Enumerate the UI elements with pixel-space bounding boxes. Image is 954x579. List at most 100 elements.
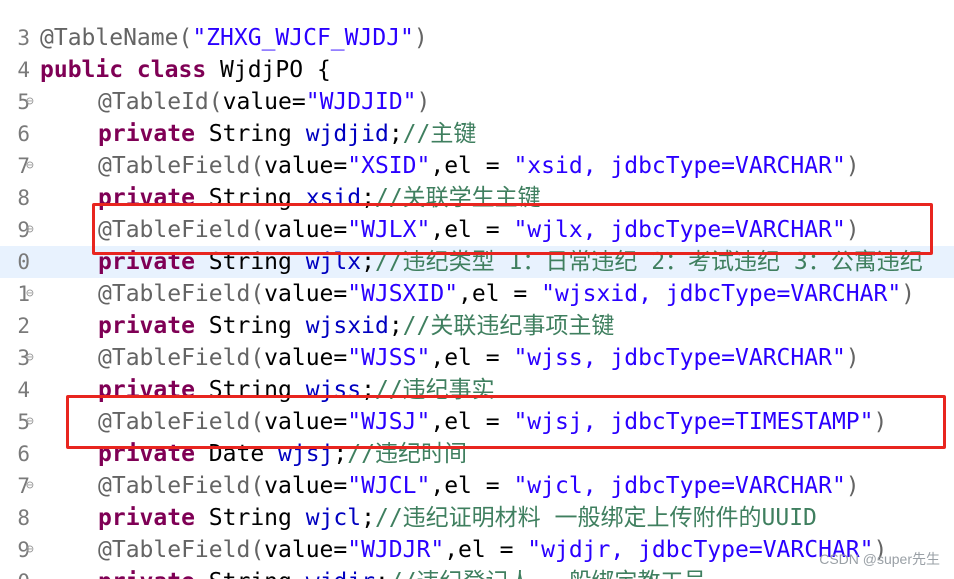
code-token: wjsj <box>278 441 334 467</box>
code-line[interactable]: 3 ⊖ @TableField(value="WJSS",el = "wjss, j… <box>0 342 954 374</box>
code-token: "WJSXID" <box>347 281 459 307</box>
code-token: ; <box>333 441 348 467</box>
code-line[interactable]: 9 ⊖ @TableField(value="WJDJR",el = "wjdjr,… <box>0 534 954 566</box>
code-text: private String xsid;//关联学生主键 <box>98 182 541 214</box>
code-text: private String wjdjid;//主键 <box>98 118 476 150</box>
code-line[interactable]: 8 private String xsid;//关联学生主键 <box>0 182 954 214</box>
code-line[interactable]: 0 private String wjdjr;//违纪登记人 一般绑定教工号 <box>0 566 954 579</box>
code-token: ,el = <box>430 409 514 435</box>
fold-toggle-icon[interactable]: ⊖ <box>26 470 40 502</box>
code-token: String <box>208 121 306 147</box>
code-line[interactable]: 4 public class WjdjPO { <box>0 54 954 86</box>
code-token: "ZHXG_WJCF_WJDJ" <box>192 25 414 51</box>
fold-toggle-icon[interactable]: ⊖ <box>26 406 40 438</box>
code-line[interactable]: 0 private String wjlx;//违纪类型 1：日常违纪 2：考试违… <box>0 246 954 278</box>
code-text: private Date wjsj;//违纪时间 <box>98 438 467 470</box>
code-token: "wjss, jdbcType=VARCHAR" <box>513 345 846 371</box>
code-token: "WJSS" <box>347 345 431 371</box>
code-editor[interactable]: 3 @TableName("ZHXG_WJCF_WJDJ") 4 public cla… <box>0 0 954 579</box>
code-token: //违纪类型 1：日常违纪 2：考试违纪 3：公寓违纪 <box>374 249 923 275</box>
line-number: 6 <box>17 442 30 466</box>
code-token: ; <box>361 185 375 211</box>
code-token: //违纪登记人 一般绑定教工号 <box>389 569 707 579</box>
code-token: "wjcl, jdbcType=VARCHAR" <box>513 473 846 499</box>
line-number: 2 <box>17 314 30 338</box>
code-line[interactable]: 8 private String wjcl;//违纪证明材料 一般绑定上传附件的U… <box>0 502 954 534</box>
code-text: @TableField(value="WJDJR",el = "wjdjr, j… <box>98 534 887 566</box>
code-text: @TableId(value="WJDJID") <box>98 86 430 118</box>
code-token: ,el = <box>444 537 528 563</box>
code-line[interactable]: 5 ⊖ @TableId(value="WJDJID") <box>0 86 954 118</box>
code-line[interactable]: 9 ⊖ @TableField(value="WJLX",el = "wjlx, j… <box>0 214 954 246</box>
code-token: "WJSJ" <box>347 409 431 435</box>
code-token: @TableId( <box>98 89 223 115</box>
code-token: String <box>208 505 306 531</box>
code-token: //主键 <box>402 121 477 147</box>
code-line[interactable]: 6 private Date wjsj;//违纪时间 <box>0 438 954 470</box>
line-number: 0 <box>17 250 30 274</box>
code-token: @TableField( <box>98 281 265 307</box>
code-line[interactable]: 5 ⊖ @TableField(value="WJSJ",el = "wjsj, j… <box>0 406 954 438</box>
code-token: ) <box>845 153 860 179</box>
code-text: @TableField(value="WJSXID",el = "wjsxid,… <box>98 278 915 310</box>
code-line[interactable]: 2 private String wjsxid;//关联违纪事项主键 <box>0 310 954 342</box>
code-token: @TableField( <box>98 217 265 243</box>
code-line[interactable]: 7 ⊖ @TableField(value="XSID",el = "xsid, j… <box>0 150 954 182</box>
code-text: @TableField(value="WJCL",el = "wjcl, jdb… <box>98 470 860 502</box>
code-text: @TableField(value="WJLX",el = "wjlx, jdb… <box>98 214 860 246</box>
code-token: ,el = <box>430 153 514 179</box>
code-token: private <box>98 185 209 211</box>
code-token: "wjlx, jdbcType=VARCHAR" <box>513 217 846 243</box>
code-token: private <box>98 569 209 579</box>
code-text: @TableField(value="WJSJ",el = "wjsj, jdb… <box>98 406 887 438</box>
code-token: //违纪时间 <box>347 441 467 467</box>
code-token: wjlx <box>305 249 362 275</box>
code-token: "XSID" <box>347 153 431 179</box>
code-line[interactable]: 7 ⊖ @TableField(value="WJCL",el = "wjcl, j… <box>0 470 954 502</box>
code-token: //关联违纪事项主键 <box>402 313 615 339</box>
code-token: value= <box>264 537 348 563</box>
code-token: "wjsxid, jdbcType=VARCHAR" <box>541 281 902 307</box>
code-token: String <box>208 249 306 275</box>
code-token: value= <box>264 281 348 307</box>
code-text: @TableField(value="XSID",el = "xsid, jdb… <box>98 150 860 182</box>
fold-toggle-icon[interactable]: ⊖ <box>26 214 40 246</box>
code-token: Date <box>208 441 279 467</box>
code-line[interactable]: 6 private String wjdjid;//主键 <box>0 118 954 150</box>
code-token: ,el = <box>458 281 542 307</box>
code-token: ) <box>845 473 860 499</box>
code-token: value= <box>264 473 348 499</box>
code-token: ; <box>375 569 389 579</box>
fold-toggle-icon[interactable]: ⊖ <box>26 534 40 566</box>
fold-toggle-icon[interactable]: ⊖ <box>26 278 40 310</box>
line-number: 0 <box>0 566 30 579</box>
code-token: = <box>291 89 306 115</box>
code-token: private <box>98 249 209 275</box>
code-token: wjss <box>305 377 362 403</box>
code-line[interactable]: 1 ⊖ @TableField(value="WJSXID",el = "wjsxi… <box>0 278 954 310</box>
fold-toggle-icon[interactable]: ⊖ <box>26 86 40 118</box>
code-token: ; <box>361 249 375 275</box>
code-text: private String wjdjr;//违纪登记人 一般绑定教工号 <box>98 566 706 579</box>
code-text: @TableField(value="WJSS",el = "wjss, jdb… <box>98 342 860 374</box>
fold-toggle-icon[interactable]: ⊖ <box>26 150 40 182</box>
code-token: ,el = <box>430 217 514 243</box>
code-line[interactable]: 3 @TableName("ZHXG_WJCF_WJDJ") <box>0 22 954 54</box>
code-token: ) <box>416 89 431 115</box>
code-token: ) <box>845 345 860 371</box>
code-token: @TableField( <box>98 537 265 563</box>
code-token: String <box>208 185 306 211</box>
code-token: "xsid, jdbcType=VARCHAR" <box>513 153 846 179</box>
code-token: String <box>208 377 306 403</box>
code-token: public class <box>40 57 221 83</box>
fold-toggle-icon[interactable]: ⊖ <box>26 342 40 374</box>
code-line[interactable]: 4 private String wjss;//违纪事实 <box>0 374 954 406</box>
code-token: wjcl <box>305 505 362 531</box>
code-token: ) <box>873 409 888 435</box>
line-number: 8 <box>17 506 30 530</box>
code-token: String <box>209 569 306 579</box>
code-token: @TableName( <box>40 25 193 51</box>
code-token: private <box>98 441 209 467</box>
line-number: 3 <box>17 26 30 50</box>
code-token: value= <box>264 409 348 435</box>
